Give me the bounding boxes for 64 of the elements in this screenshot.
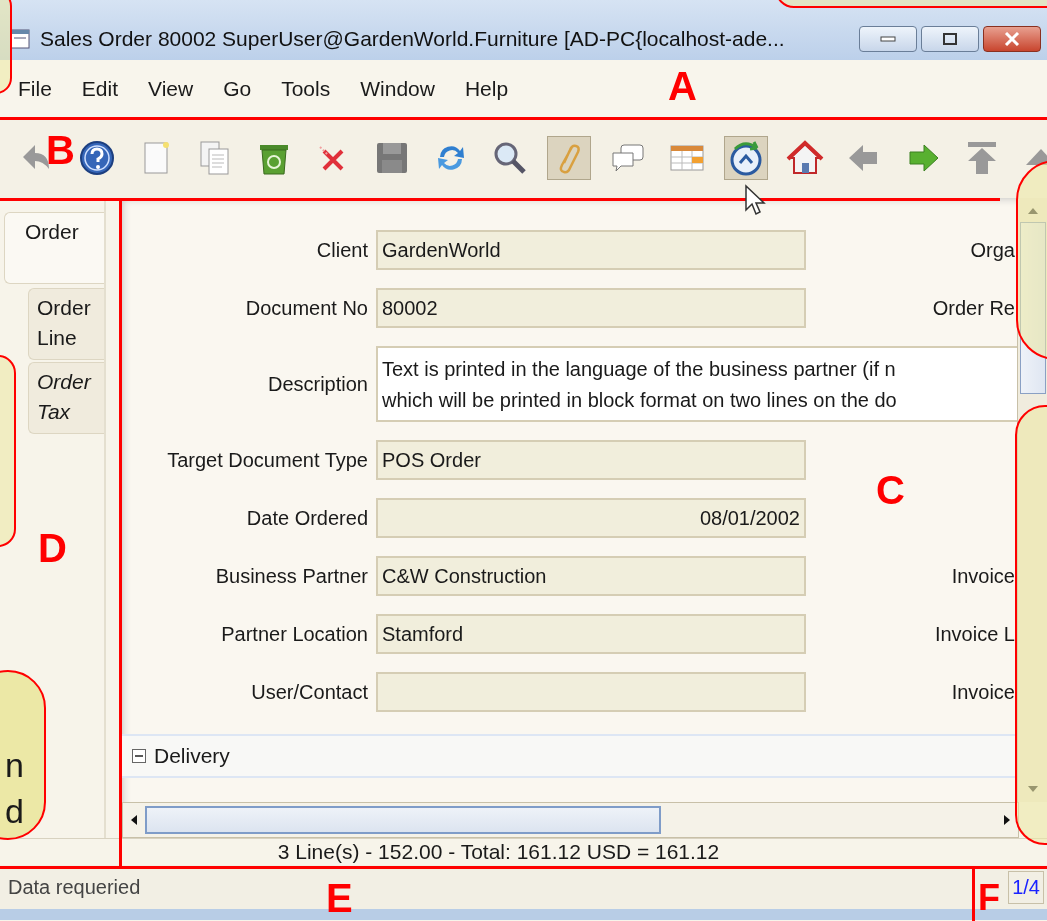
tab[interactable]: Order Line xyxy=(28,288,104,360)
scroll-thumb[interactable] xyxy=(1019,222,1046,394)
tab[interactable]: Order Tax xyxy=(28,362,104,434)
section-title: Delivery xyxy=(154,744,230,768)
close-icon xyxy=(1003,32,1021,46)
input-field[interactable]: GardenWorld xyxy=(376,230,806,270)
window-title: Sales Order 80002 SuperUser@GardenWorld.Furniture [AD-PC{localhost-ade... xyxy=(40,27,786,51)
maximize-button[interactable] xyxy=(921,26,979,52)
mouse-pointer-icon xyxy=(744,184,766,216)
minimize-button[interactable] xyxy=(859,26,917,52)
horizontal-scrollbar[interactable] xyxy=(122,802,1019,838)
field-label: Invoice xyxy=(951,564,1015,587)
field-label: Client xyxy=(315,238,368,262)
input-field[interactable] xyxy=(376,672,806,712)
field-label: Date Ordered xyxy=(245,506,368,530)
field-label: Invoice xyxy=(951,680,1015,703)
vertical-scrollbar[interactable] xyxy=(1017,198,1047,802)
paperclip-button[interactable] xyxy=(547,136,591,180)
input-field[interactable]: 08/01/2002 xyxy=(376,498,806,538)
field-label: Orga xyxy=(970,238,1015,261)
record-counter[interactable]: 1/4 xyxy=(1008,870,1044,904)
menu-item[interactable]: View xyxy=(148,77,194,101)
menu-item[interactable]: Edit xyxy=(81,77,119,101)
field-label: Target Document Type xyxy=(166,448,368,472)
input-field[interactable]: POS Order xyxy=(376,440,806,480)
field-label: Partner Location xyxy=(220,622,368,646)
annotation-letter: B xyxy=(46,130,75,170)
description-field[interactable]: Text is printed in the language of the business partner (if n which will be printed in block format on two lines on the do xyxy=(376,346,1017,422)
input-field[interactable]: 80002 xyxy=(376,288,806,328)
maximize-icon xyxy=(942,32,958,46)
annotation-letter: A xyxy=(668,66,697,106)
scroll-right-icon xyxy=(1002,813,1012,827)
menu-item[interactable]: Help xyxy=(464,77,509,101)
scroll-thumb[interactable] xyxy=(145,806,661,834)
annotation-letter: F xyxy=(978,880,1000,916)
history-clock-button[interactable] xyxy=(724,136,768,180)
input-field[interactable]: Stamford xyxy=(376,614,806,654)
tab[interactable]: Order xyxy=(4,212,104,284)
close-button[interactable] xyxy=(983,26,1041,52)
field-label: Document No xyxy=(244,296,368,320)
annotation-letter: D xyxy=(38,528,67,568)
section-header[interactable]: Delivery xyxy=(122,734,1017,778)
window-icon xyxy=(10,29,30,49)
field-label: User/Contact xyxy=(250,680,368,704)
field-label: Description xyxy=(266,372,368,396)
totals-text: 3 Line(s) - 152.00 - Total: 161.12 USD = 161.12 xyxy=(277,840,720,864)
menu-item[interactable]: Go xyxy=(223,77,252,101)
field-label: Order Re xyxy=(932,296,1015,319)
scroll-down-icon xyxy=(1025,784,1040,794)
menu-item[interactable]: Tools xyxy=(281,77,331,101)
house-icon xyxy=(786,139,824,177)
annotation-letter: C xyxy=(876,470,905,510)
menu-item[interactable]: File xyxy=(18,77,52,101)
field-label: Business Partner xyxy=(214,564,368,588)
annotation-letter: E xyxy=(326,878,353,918)
input-field[interactable]: C&W Construction xyxy=(376,556,806,596)
minimize-icon xyxy=(880,36,896,42)
callout-text: n d xyxy=(5,745,24,832)
scroll-up-icon xyxy=(1025,206,1040,216)
menu-item[interactable]: Window xyxy=(360,77,435,101)
status-message: Data requeried xyxy=(8,875,141,899)
field-label: Invoice L xyxy=(934,622,1015,645)
scroll-left-icon xyxy=(129,813,139,827)
help-icon xyxy=(78,139,116,177)
